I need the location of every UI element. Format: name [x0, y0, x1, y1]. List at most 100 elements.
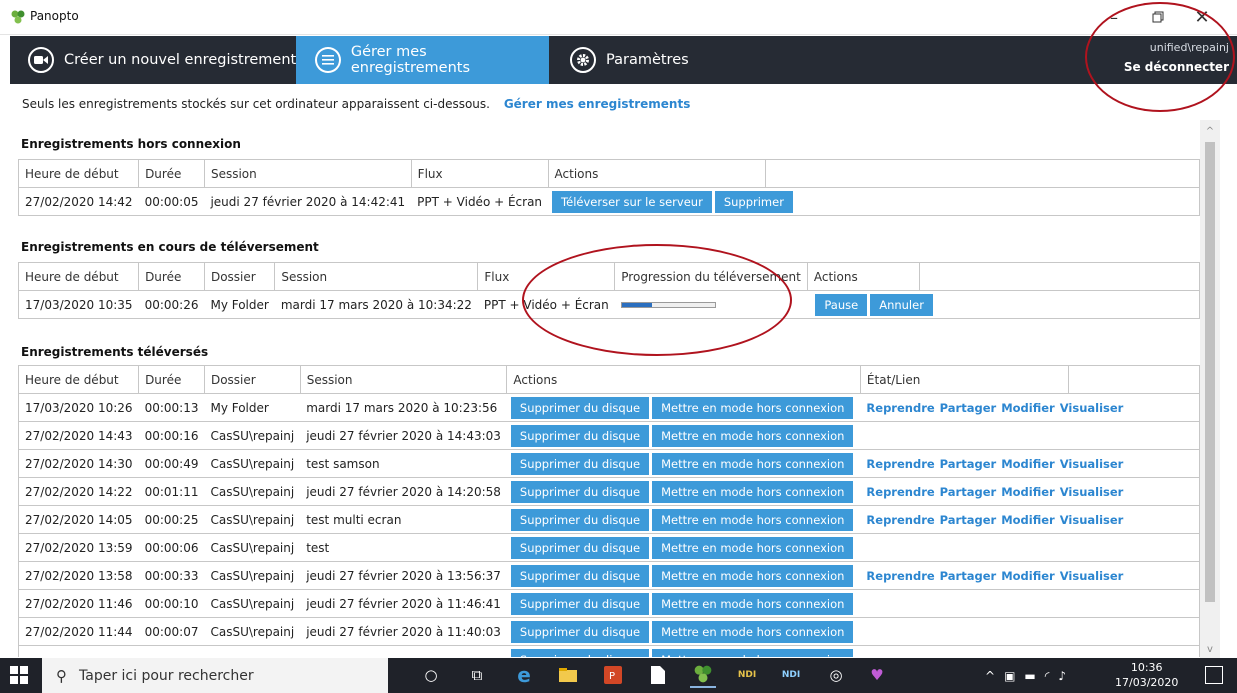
resume-link[interactable]: Reprendre	[866, 485, 934, 499]
paint-3d-icon[interactable]: ♥	[864, 662, 890, 688]
clock-date: 17/03/2020	[1115, 676, 1179, 689]
cortana-icon[interactable]: ○	[418, 662, 444, 688]
share-link[interactable]: Partager	[940, 485, 997, 499]
pause-button[interactable]: Pause	[815, 293, 868, 316]
resume-link[interactable]: Reprendre	[866, 513, 934, 527]
notification-icon[interactable]	[1205, 666, 1223, 684]
volume-icon[interactable]: ♪	[1058, 669, 1066, 683]
edge-icon[interactable]: e	[511, 662, 537, 688]
delete-from-disk-button[interactable]: Supprimer du disque	[510, 648, 650, 657]
cell-folder: CasSU\repainj	[204, 505, 301, 534]
delete-from-disk-button[interactable]: Supprimer du disque	[510, 592, 650, 615]
scroll-down-arrow-icon[interactable]: v	[1200, 640, 1220, 658]
info-text: Seuls les enregistrements stockés sur ce…	[22, 97, 490, 111]
edit-link[interactable]: Modifier	[1001, 513, 1055, 527]
upload-to-server-button[interactable]: Téléverser sur le serveur	[552, 190, 712, 213]
delete-from-disk-button[interactable]: Supprimer du disque	[510, 396, 650, 419]
cell-actions: Supprimer du disqueMettre en mode hors c…	[506, 617, 861, 646]
ndi-icon[interactable]: NDI	[778, 662, 804, 688]
cell-actions: Supprimer du disqueMettre en mode hors c…	[506, 477, 861, 506]
edit-link[interactable]: Modifier	[1001, 457, 1055, 471]
view-link[interactable]: Visualiser	[1060, 513, 1124, 527]
view-link[interactable]: Visualiser	[1060, 457, 1124, 471]
tab-label: Créer un nouvel enregistrement	[64, 52, 297, 68]
delete-from-disk-button[interactable]: Supprimer du disque	[510, 564, 650, 587]
offline-table: Heure de début Durée Session Flux Action…	[17, 159, 1200, 216]
edit-link[interactable]: Modifier	[1001, 569, 1055, 583]
set-offline-mode-button[interactable]: Mettre en mode hors connexion	[652, 396, 854, 419]
tray-app-icon[interactable]: ▣	[1004, 669, 1015, 683]
col-header-empty	[765, 159, 1200, 188]
delete-button[interactable]: Supprimer	[714, 190, 793, 213]
edit-link[interactable]: Modifier	[1001, 485, 1055, 499]
share-link[interactable]: Partager	[940, 513, 997, 527]
panopto-taskbar-icon[interactable]	[690, 662, 716, 688]
scroll-up-arrow-icon[interactable]: ^	[1200, 122, 1220, 140]
taskbar-clock[interactable]: 10:36 17/03/2020	[1115, 660, 1178, 690]
set-offline-mode-button[interactable]: Mettre en mode hors connexion	[652, 648, 854, 657]
tab-manage-recordings[interactable]: Gérer mes enregistrements	[296, 36, 549, 84]
cell-folder: CasSU\repainj	[204, 561, 301, 590]
ndi-icon[interactable]: NDI	[734, 662, 760, 688]
table-row: 27/02/2020 14:22 00:01:11 CasSU\repainj jeu…	[17, 477, 1200, 506]
cell-duration: 00:00:16	[138, 421, 205, 450]
set-offline-mode-button[interactable]: Mettre en mode hors connexion	[652, 480, 854, 503]
cell-duration: 00:00:13	[138, 393, 205, 422]
delete-from-disk-button[interactable]: Supprimer du disque	[510, 620, 650, 643]
scrollbar-thumb[interactable]	[1205, 142, 1215, 602]
share-link[interactable]: Partager	[940, 457, 997, 471]
battery-icon[interactable]: ▬	[1024, 669, 1035, 683]
view-link[interactable]: Visualiser	[1060, 485, 1124, 499]
powerpoint-icon[interactable]: P	[600, 662, 626, 688]
cell-start: 27/02/2020 14:42	[17, 187, 139, 216]
manage-recordings-link[interactable]: Gérer mes enregistrements	[504, 97, 691, 111]
delete-from-disk-button[interactable]: Supprimer du disque	[510, 508, 650, 531]
tab-create-recording[interactable]: Créer un nouvel enregistrement	[28, 36, 296, 84]
edit-link[interactable]: Modifier	[1001, 401, 1055, 415]
share-link[interactable]: Partager	[940, 401, 997, 415]
tab-settings[interactable]: Paramètres	[570, 36, 689, 84]
resume-link[interactable]: Reprendre	[866, 457, 934, 471]
set-offline-mode-button[interactable]: Mettre en mode hors connexion	[652, 592, 854, 615]
cell-session: jeudi 27 février 2020 à 14:20:58	[300, 477, 507, 506]
cell-start: 27/02/2020 14:30	[17, 449, 139, 478]
chevron-up-icon[interactable]: ^	[985, 669, 995, 683]
file-explorer-icon[interactable]	[555, 662, 581, 688]
cell-duration: 00:00:05	[138, 187, 205, 216]
main-nav: Créer un nouvel enregistrement Gérer mes…	[10, 36, 1237, 84]
set-offline-mode-button[interactable]: Mettre en mode hors connexion	[652, 424, 854, 447]
resume-link[interactable]: Reprendre	[866, 401, 934, 415]
view-link[interactable]: Visualiser	[1060, 401, 1124, 415]
set-offline-mode-button[interactable]: Mettre en mode hors connexion	[652, 508, 854, 531]
task-view-icon[interactable]: ⧉	[464, 662, 490, 688]
delete-from-disk-button[interactable]: Supprimer du disque	[510, 424, 650, 447]
delete-from-disk-button[interactable]: Supprimer du disque	[510, 536, 650, 559]
delete-from-disk-button[interactable]: Supprimer du disque	[510, 452, 650, 475]
cell-status-links	[860, 645, 1200, 657]
vertical-scrollbar[interactable]: ^ v	[1200, 120, 1220, 658]
set-offline-mode-button[interactable]: Mettre en mode hors connexion	[652, 536, 854, 559]
set-offline-mode-button[interactable]: Mettre en mode hors connexion	[652, 564, 854, 587]
cell-folder: CasSU\repainj	[204, 589, 301, 618]
wifi-icon[interactable]: ◜	[1045, 669, 1050, 683]
col-header: Durée	[138, 365, 205, 394]
taskbar-search[interactable]: ⚲ Taper ici pour rechercher	[42, 658, 388, 693]
share-link[interactable]: Partager	[940, 569, 997, 583]
cell-duration: 00:00:07	[138, 617, 205, 646]
resume-link[interactable]: Reprendre	[866, 569, 934, 583]
document-icon[interactable]	[645, 662, 671, 688]
window-title: Panopto	[30, 9, 79, 23]
table-row: 17/03/2020 10:26 00:00:13 My Folder mardi 1…	[17, 393, 1200, 422]
annotation-oval	[522, 244, 792, 356]
cell-status-links	[860, 533, 1200, 562]
cell-actions: Supprimer du disqueMettre en mode hors c…	[506, 561, 861, 590]
set-offline-mode-button[interactable]: Mettre en mode hors connexion	[652, 620, 854, 643]
gear-icon	[570, 47, 596, 73]
view-link[interactable]: Visualiser	[1060, 569, 1124, 583]
set-offline-mode-button[interactable]: Mettre en mode hors connexion	[652, 452, 854, 475]
obs-icon[interactable]: ◎	[823, 662, 849, 688]
table-row: 27/02/2020 13:58 00:00:33 CasSU\repainj jeu…	[17, 561, 1200, 590]
start-button[interactable]	[10, 666, 30, 686]
delete-from-disk-button[interactable]: Supprimer du disque	[510, 480, 650, 503]
cancel-button[interactable]: Annuler	[870, 293, 933, 316]
